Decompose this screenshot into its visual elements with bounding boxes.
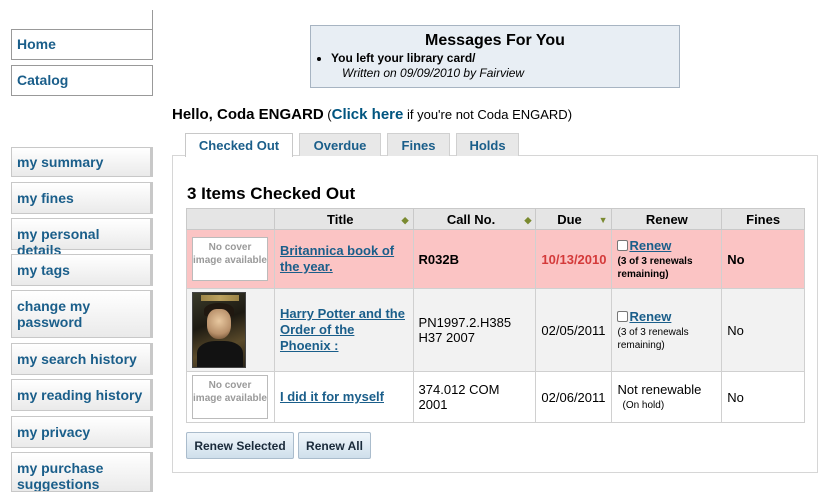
fines-value: No (727, 251, 745, 267)
greeting-tail: if you're not Coda ENGARD) (403, 107, 573, 122)
sidebar-item-change-password[interactable]: change my password (11, 290, 153, 338)
sidebar-item-summary[interactable]: my summary (11, 147, 153, 177)
fines-cell: No (721, 229, 805, 289)
sidebar-item-label[interactable]: my fines (12, 183, 150, 210)
table-row: No cover image available Britannica book… (186, 229, 805, 289)
column-cover (186, 208, 275, 230)
column-fines: Fines (721, 208, 805, 230)
fines-cell: No (721, 288, 805, 372)
due-date: 02/05/2011 (541, 322, 606, 338)
sidebar-item-label[interactable]: my purchase suggestions (12, 453, 150, 491)
sidebar-item-personal-details[interactable]: my personal details (11, 218, 153, 258)
renew-link[interactable]: Renew (629, 309, 671, 324)
not-renewable-label: Not renewable (617, 382, 702, 397)
renew-note: (On hold) (622, 400, 665, 411)
sidebar-item-label[interactable]: my privacy (12, 417, 150, 444)
sidebar-item-search-history[interactable]: my search history (11, 343, 153, 375)
messages-title: Messages For You (425, 32, 565, 49)
message-item: You left your library card/ (331, 51, 679, 66)
messages-list: You left your library card/ (311, 51, 679, 66)
sidebar-item-privacy[interactable]: my privacy (11, 416, 153, 448)
due-date: 10/13/2010 (541, 251, 607, 267)
call-no-cell: R032B (412, 229, 537, 289)
nav-home-box: Home (11, 29, 153, 60)
fines-value: No (727, 322, 744, 338)
cover-cell: No cover image available (186, 229, 275, 289)
renew-note: (3 of 3 renewals remaining) (617, 255, 693, 280)
due-cell: 10/13/2010 (535, 229, 613, 289)
sidebar-item-purchase-suggestions[interactable]: my purchase suggestions (11, 452, 153, 492)
fines-value: No (727, 389, 744, 405)
nav-home-link[interactable]: Home (12, 30, 152, 58)
column-due[interactable]: Due ▼ (535, 208, 613, 230)
sort-icon: ◆ (524, 214, 532, 225)
sidebar-item-label[interactable]: my search history (12, 344, 150, 371)
nav-catalog-link[interactable]: Catalog (12, 66, 152, 94)
not-you-link[interactable]: Click here (332, 106, 404, 123)
sidebar-item-label[interactable]: my tags (12, 255, 150, 282)
tab-overdue[interactable]: Overdue (299, 133, 381, 156)
call-no: 374.012 COM 2001 (418, 382, 500, 412)
call-no: PN1997.2.H385 H37 2007 (418, 315, 512, 345)
sidebar-item-label[interactable]: change my password (12, 291, 150, 334)
fines-cell: No (721, 371, 805, 423)
tab-checked-out[interactable]: Checked Out (185, 133, 293, 157)
no-cover-placeholder: No cover image available (192, 237, 268, 281)
sidebar-item-label[interactable]: my reading history (12, 380, 150, 407)
due-date: 02/06/2011 (541, 389, 606, 405)
title-link[interactable]: I did it for myself (280, 389, 384, 404)
sidebar-item-tags[interactable]: my tags (11, 254, 153, 286)
column-renew: Renew (611, 208, 723, 230)
column-call-no[interactable]: Call No. ◆ (412, 208, 537, 230)
cover-face-art (207, 309, 231, 339)
title-link[interactable]: Harry Potter and the Order of the Phoeni… (280, 306, 405, 353)
title-cell: Britannica book of the year. (273, 229, 414, 289)
renew-all-button[interactable]: Renew All (298, 432, 371, 459)
checked-out-table: Title ◆ Call No. ◆ Due ▼ Renew Fines No cov… (186, 208, 805, 423)
cover-cell: No cover image available (186, 371, 275, 423)
greeting: Hello, Coda ENGARD (Click here if you're… (172, 106, 572, 123)
checked-out-heading: 3 Items Checked Out (187, 184, 356, 203)
title-cell: I did it for myself (273, 371, 414, 423)
book-cover-image[interactable] (192, 292, 246, 368)
table-header-row: Title ◆ Call No. ◆ Due ▼ Renew Fines (186, 208, 805, 230)
renew-selected-button[interactable]: Renew Selected (186, 432, 294, 459)
tab-holds[interactable]: Holds (456, 133, 519, 156)
sidebar-item-fines[interactable]: my fines (11, 182, 153, 214)
renew-checkbox[interactable] (617, 310, 629, 322)
table-row: No cover image available I did it for my… (186, 371, 805, 423)
sidebar-item-label[interactable]: my summary (12, 148, 150, 174)
column-title[interactable]: Title ◆ (273, 208, 414, 230)
title-cell: Harry Potter and the Order of the Phoeni… (273, 288, 414, 372)
no-cover-placeholder: No cover image available (192, 375, 268, 419)
title-link[interactable]: Britannica book of the year. (280, 243, 394, 274)
greeting-open-paren: ( (323, 107, 332, 122)
sort-down-icon: ▼ (598, 214, 608, 225)
table-row: Harry Potter and the Order of the Phoeni… (186, 288, 805, 372)
renew-cell: Renew (3 of 3 renewals remaining) (611, 229, 723, 289)
call-no-cell: 374.012 COM 2001 (412, 371, 537, 423)
due-cell: 02/05/2011 (535, 288, 613, 372)
cover-robe-art (197, 341, 243, 367)
messages-box: Messages For You You left your library c… (310, 25, 680, 88)
nav-catalog-box: Catalog (11, 65, 153, 96)
sort-icon: ◆ (401, 214, 409, 225)
call-no: R032B (418, 251, 460, 267)
renew-note: (3 of 3 renewals remaining) (617, 326, 689, 351)
renew-checkbox[interactable] (617, 239, 629, 251)
call-no-cell: PN1997.2.H385 H37 2007 (412, 288, 537, 372)
tab-fines[interactable]: Fines (387, 133, 450, 156)
greeting-hello: Hello, Coda ENGARD (172, 106, 324, 123)
renew-cell: Not renewable (On hold) (611, 371, 723, 423)
cover-title-art (201, 295, 239, 301)
message-written: Written on 09/09/2010 by Fairview (342, 66, 525, 80)
cover-cell (186, 288, 275, 372)
renew-link[interactable]: Renew (629, 238, 671, 253)
sidebar-item-reading-history[interactable]: my reading history (11, 379, 153, 411)
renew-cell: Renew (3 of 3 renewals remaining) (611, 288, 723, 372)
top-rule (152, 10, 153, 30)
due-cell: 02/06/2011 (535, 371, 613, 423)
